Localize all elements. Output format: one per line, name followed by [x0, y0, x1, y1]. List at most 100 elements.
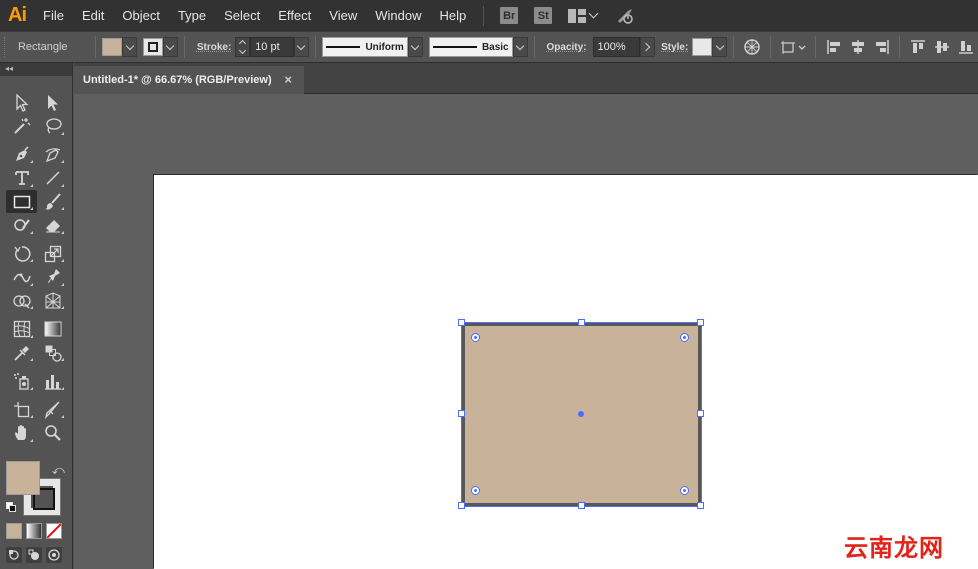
direct-selection-tool[interactable]: [37, 91, 68, 114]
align-right-icon[interactable]: [872, 37, 892, 57]
stroke-weight-stepper[interactable]: [235, 37, 251, 57]
shaper-tool[interactable]: [6, 214, 37, 237]
stroke-label[interactable]: Stroke:: [197, 42, 231, 53]
rotate-tool[interactable]: [6, 242, 37, 265]
align-horizontal-center-icon[interactable]: [848, 37, 868, 57]
opacity-dropdown[interactable]: [640, 37, 656, 57]
rectangle-tool[interactable]: [6, 190, 37, 214]
tools-panel: ◂◂ ⤺: [0, 63, 73, 569]
magic-wand-tool[interactable]: [6, 115, 37, 138]
blend-tool[interactable]: [37, 341, 68, 364]
gradient-tool[interactable]: [37, 318, 68, 341]
menu-effect[interactable]: Effect: [269, 0, 320, 31]
corner-widget-top-right[interactable]: [680, 333, 689, 342]
align-bottom-icon[interactable]: [956, 37, 976, 57]
default-fill-stroke-icon[interactable]: [6, 502, 16, 512]
app-logo: Ai: [8, 4, 27, 26]
draw-inside-icon[interactable]: [46, 547, 62, 563]
document-tab[interactable]: Untitled-1* @ 66.67% (RGB/Preview) ×: [74, 66, 304, 94]
slice-tool[interactable]: [37, 398, 68, 421]
perspective-grid-tool[interactable]: [37, 289, 68, 312]
draw-normal-icon[interactable]: [6, 547, 22, 563]
menu-type[interactable]: Type: [169, 0, 215, 31]
resize-handle-top-right[interactable]: [697, 319, 704, 326]
mesh-tool[interactable]: [6, 318, 37, 341]
panel-grip[interactable]: [4, 37, 8, 57]
resize-handle-left[interactable]: [458, 410, 465, 417]
align-top-icon[interactable]: [908, 37, 928, 57]
align-left-icon[interactable]: [824, 37, 844, 57]
shape-center-point[interactable]: [578, 411, 584, 417]
style-dropdown[interactable]: [712, 37, 728, 57]
stroke-dropdown[interactable]: [162, 37, 178, 57]
stroke-weight-dropdown[interactable]: [293, 37, 309, 57]
menu-select[interactable]: Select: [215, 0, 269, 31]
fill-swatch[interactable]: [102, 38, 123, 56]
stock-button[interactable]: St: [534, 7, 553, 24]
eraser-tool[interactable]: [37, 214, 68, 237]
opacity-field[interactable]: 100%: [592, 37, 641, 57]
menu-object[interactable]: Object: [113, 0, 169, 31]
type-tool[interactable]: [6, 167, 37, 190]
paintbrush-tool[interactable]: [37, 190, 68, 213]
color-mode-icon[interactable]: [6, 523, 22, 539]
menu-window[interactable]: Window: [366, 0, 430, 31]
divider: [314, 36, 316, 58]
menu-help[interactable]: Help: [430, 0, 475, 31]
resize-handle-bottom-left[interactable]: [458, 502, 465, 509]
corner-widget-bottom-right[interactable]: [680, 486, 689, 495]
gradient-mode-icon[interactable]: [26, 523, 42, 539]
style-label[interactable]: Style:: [661, 42, 688, 53]
resize-handle-top-left[interactable]: [458, 319, 465, 326]
shape-builder-tool[interactable]: [6, 289, 37, 312]
align-vertical-center-icon[interactable]: [932, 37, 952, 57]
swap-fill-stroke-icon[interactable]: ⤺: [52, 463, 65, 478]
hand-tool[interactable]: [6, 422, 37, 445]
color-mode-row: [6, 523, 62, 539]
arrange-documents-button[interactable]: [568, 8, 599, 23]
resize-handle-bottom-right[interactable]: [697, 502, 704, 509]
brush-dropdown[interactable]: [512, 37, 528, 57]
transform-options-icon[interactable]: [779, 37, 807, 57]
menu-file[interactable]: File: [34, 0, 73, 31]
selection-tool[interactable]: [6, 91, 37, 114]
zoom-tool[interactable]: [37, 422, 68, 445]
menu-view[interactable]: View: [320, 0, 366, 31]
none-mode-icon[interactable]: [46, 523, 62, 539]
symbol-sprayer-tool[interactable]: [6, 370, 37, 393]
graphic-style-swatch[interactable]: [692, 38, 713, 56]
profile-dropdown[interactable]: [407, 37, 423, 57]
column-graph-tool[interactable]: [37, 370, 68, 393]
opacity-label[interactable]: Opacity:: [547, 42, 587, 53]
drawing-mode-row: [6, 547, 62, 563]
brush-definition[interactable]: Basic: [428, 37, 513, 57]
draw-behind-icon[interactable]: [26, 547, 42, 563]
resize-handle-top[interactable]: [578, 319, 585, 326]
resize-handle-right[interactable]: [697, 410, 704, 417]
artboard-tool[interactable]: [6, 398, 37, 421]
fill-color-swatch[interactable]: [6, 461, 40, 495]
eyedropper-tool[interactable]: [6, 341, 37, 364]
corner-widget-bottom-left[interactable]: [471, 486, 480, 495]
pen-tool[interactable]: [6, 143, 37, 166]
corner-widget-top-left[interactable]: [471, 333, 480, 342]
brush-definition-label: Basic: [481, 41, 509, 53]
curvature-tool[interactable]: [37, 143, 68, 166]
resize-handle-bottom[interactable]: [578, 502, 585, 509]
puppet-warp-tool[interactable]: [37, 266, 68, 289]
menu-edit[interactable]: Edit: [73, 0, 113, 31]
line-segment-tool[interactable]: [37, 167, 68, 190]
lasso-tool[interactable]: [37, 115, 68, 138]
fill-dropdown[interactable]: [122, 37, 138, 57]
variable-width-profile[interactable]: Uniform: [321, 37, 408, 57]
close-tab-icon[interactable]: ×: [284, 72, 292, 87]
stroke-weight-field[interactable]: 10 pt: [250, 37, 294, 57]
bridge-button[interactable]: Br: [500, 7, 519, 24]
menu-divider: [483, 5, 485, 26]
tools-panel-header[interactable]: ◂◂: [0, 63, 72, 76]
width-tool[interactable]: [6, 266, 37, 289]
gpu-rocket-icon[interactable]: [615, 6, 635, 26]
scale-tool[interactable]: [37, 242, 68, 265]
recolor-artwork-icon[interactable]: [742, 37, 762, 57]
stroke-swatch[interactable]: [143, 38, 163, 56]
